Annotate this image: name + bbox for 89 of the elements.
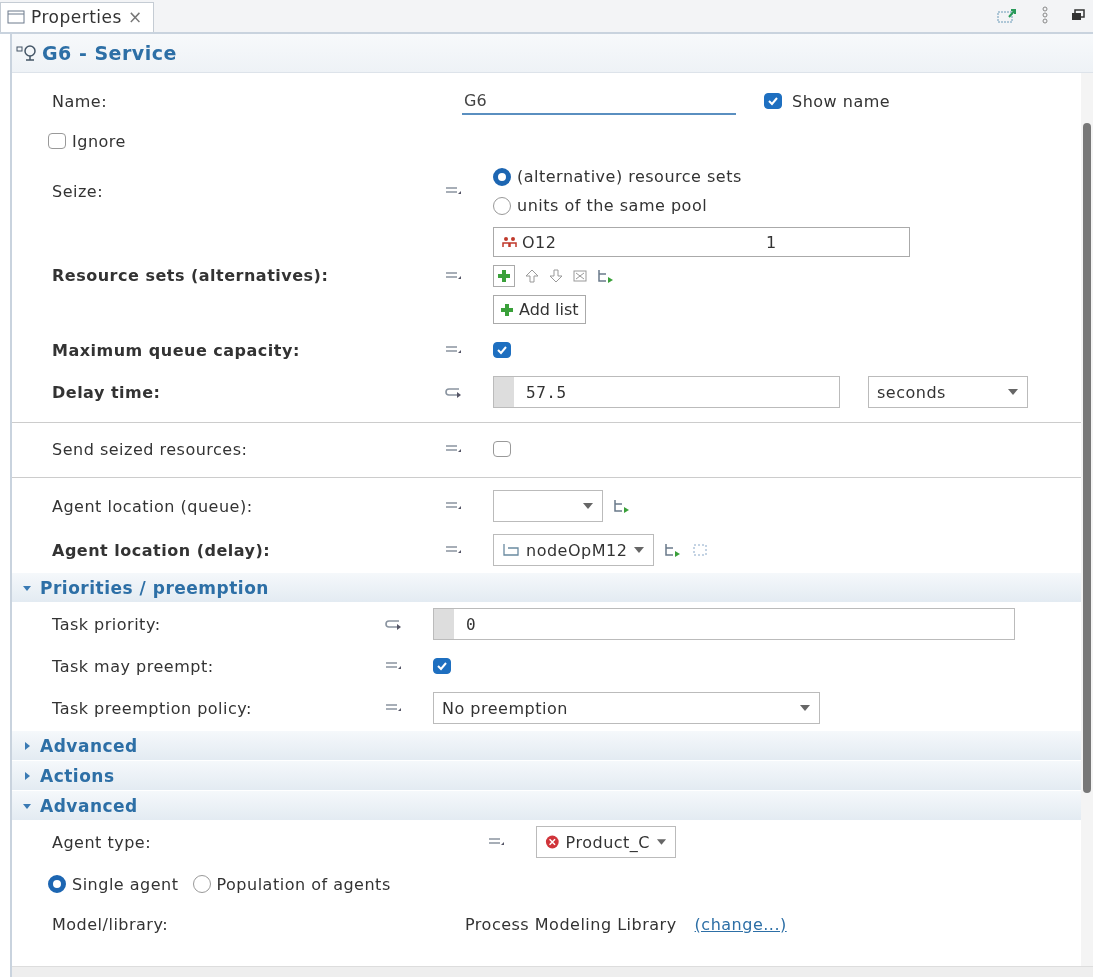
check-icon: [767, 96, 779, 106]
tree-icon[interactable]: [597, 269, 615, 283]
error-icon: [545, 834, 560, 850]
up-arrow-icon[interactable]: [525, 269, 539, 283]
tab-label: Properties: [31, 7, 122, 27]
field-label: Task preemption policy:: [52, 698, 253, 718]
policy-dropdown[interactable]: No preemption: [433, 692, 820, 724]
caret-icon: [633, 546, 646, 554]
down-arrow-icon[interactable]: [549, 269, 563, 283]
number-field[interactable]: 0: [433, 608, 1015, 640]
caret-icon: [656, 838, 667, 846]
add-list-button[interactable]: Add list: [493, 295, 586, 324]
section-title: Advanced: [40, 795, 138, 816]
show-name-checkbox[interactable]: [764, 93, 782, 109]
caret-icon: [582, 502, 594, 510]
checkbox[interactable]: [493, 441, 511, 457]
section-title: Advanced: [40, 735, 138, 756]
section-header[interactable]: Actions: [12, 760, 1081, 790]
restore-icon[interactable]: [1071, 9, 1085, 21]
checkbox-label: Ignore: [72, 131, 126, 151]
field-label: Agent location (delay):: [52, 540, 272, 560]
frame-icon[interactable]: [692, 543, 709, 557]
caret-icon: [1007, 388, 1019, 396]
static-value-icon[interactable]: [488, 837, 504, 847]
static-value-icon[interactable]: [445, 545, 461, 555]
static-value-icon[interactable]: [445, 270, 461, 281]
radio-label: (alternative) resource sets: [517, 167, 742, 186]
caret-icon: [799, 704, 811, 712]
node-icon: [502, 543, 520, 557]
plus-icon: [500, 302, 514, 317]
library-name: Process Modeling Library: [465, 914, 677, 934]
dynamic-value-icon[interactable]: [445, 386, 463, 398]
add-button[interactable]: [493, 265, 515, 287]
radio-button[interactable]: [192, 875, 211, 893]
static-value-icon[interactable]: [445, 345, 461, 355]
section-title: Priorities / preemption: [40, 577, 269, 598]
radio-label: Single agent: [72, 874, 179, 894]
checkbox-label: Show name: [792, 91, 891, 111]
field-label: Delay time:: [52, 382, 162, 402]
people-icon: [502, 236, 518, 248]
field-label: Agent location (queue):: [52, 496, 254, 516]
location-dropdown[interactable]: [493, 490, 603, 522]
check-icon: [496, 345, 508, 355]
scrollbar-thumb[interactable]: [1083, 123, 1091, 793]
location-dropdown[interactable]: nodeOpM12: [493, 534, 655, 566]
static-value-icon[interactable]: [445, 444, 461, 454]
dynamic-value-icon[interactable]: [385, 618, 403, 630]
static-value-icon[interactable]: [385, 703, 401, 713]
section-header[interactable]: Advanced: [12, 730, 1081, 760]
field-label: Send seized resources:: [52, 439, 249, 459]
field-label: Task priority:: [52, 614, 162, 634]
field-label: Task may preempt:: [52, 656, 215, 676]
ignore-checkbox[interactable]: [48, 133, 66, 149]
static-value-icon[interactable]: [445, 186, 461, 196]
change-link[interactable]: (change...): [694, 914, 787, 934]
field-label: Resource sets (alternatives):: [52, 266, 330, 285]
agent-type-dropdown[interactable]: Product_C: [536, 826, 676, 858]
unit-dropdown[interactable]: seconds: [868, 376, 1028, 408]
field-label: Agent type:: [52, 832, 153, 852]
radio-button[interactable]: [493, 196, 511, 215]
radio-button[interactable]: [493, 167, 511, 186]
window-icon: [7, 10, 25, 24]
panel-title: G6 - Service: [42, 42, 177, 64]
check-icon: [436, 661, 448, 671]
field-label: Name:: [52, 91, 109, 111]
radio-label: units of the same pool: [517, 196, 708, 215]
more-icon[interactable]: [1041, 6, 1049, 24]
plus-icon: [497, 269, 511, 283]
field-label: Model/library:: [52, 914, 170, 934]
checkbox[interactable]: [433, 658, 451, 674]
properties-tab[interactable]: Properties ×: [0, 2, 154, 32]
static-value-icon[interactable]: [445, 501, 461, 511]
resource-count: 1: [766, 232, 777, 252]
delete-icon[interactable]: [573, 270, 587, 282]
field-label: Maximum queue capacity:: [52, 340, 301, 360]
static-value-icon[interactable]: [385, 661, 401, 671]
close-icon[interactable]: ×: [127, 7, 143, 27]
section-title: Actions: [40, 765, 115, 786]
section-header[interactable]: Priorities / preemption: [12, 572, 1081, 602]
resource-name: O12: [522, 232, 558, 252]
radio-label: Population of agents: [216, 874, 391, 894]
tree-icon[interactable]: [613, 499, 631, 513]
radio-button[interactable]: [48, 875, 66, 893]
number-field[interactable]: 57.5: [493, 376, 840, 408]
field-label: Seize:: [52, 181, 105, 201]
checkbox[interactable]: [493, 342, 511, 358]
service-icon: [16, 44, 38, 62]
section-header[interactable]: Advanced: [12, 790, 1081, 820]
resource-list[interactable]: O12 1: [493, 227, 910, 257]
